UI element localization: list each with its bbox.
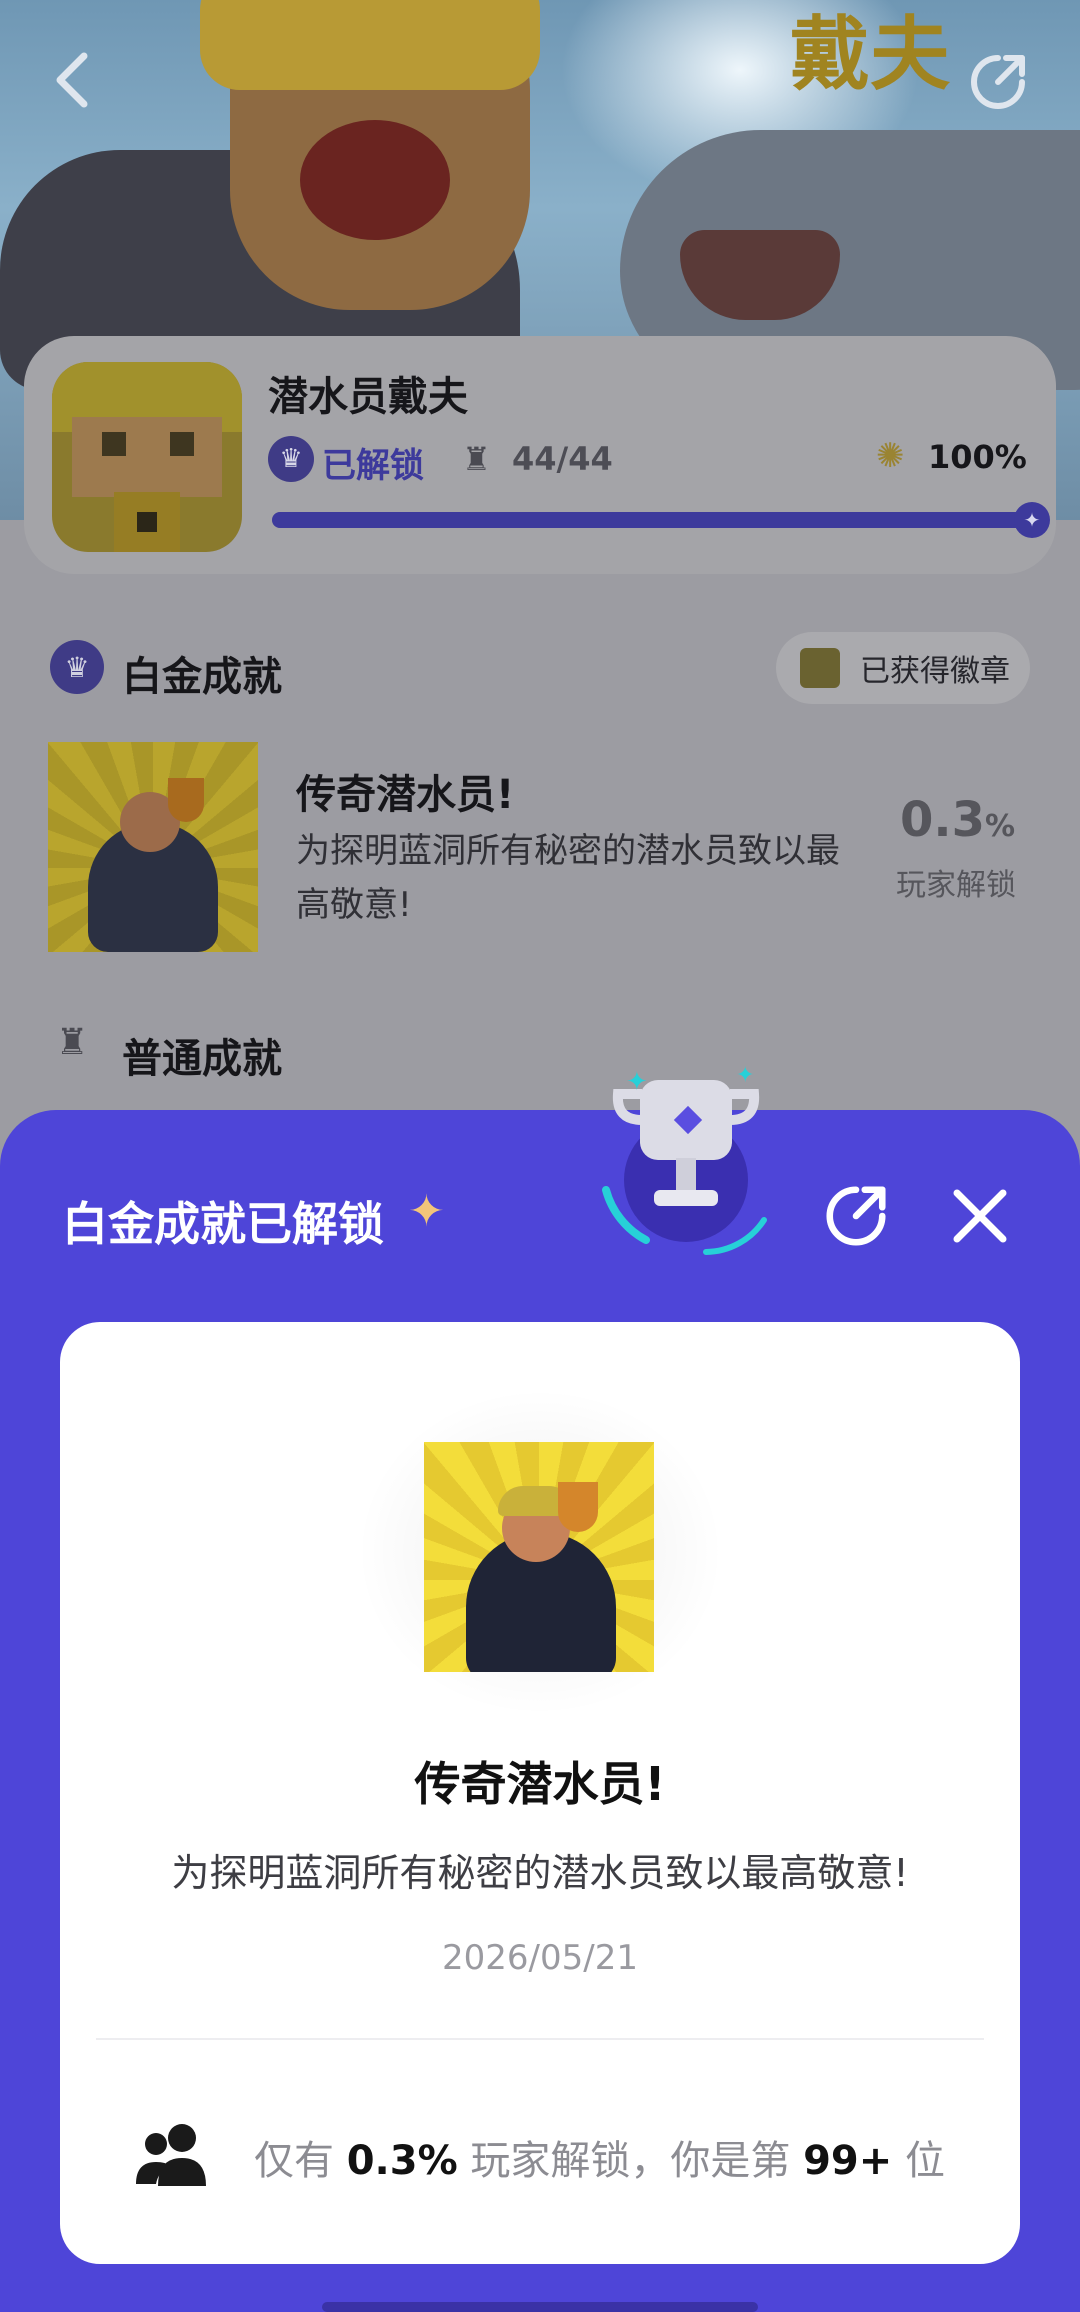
home-indicator [322, 2302, 758, 2312]
progress-bar [272, 512, 1032, 528]
close-icon [953, 1189, 1007, 1243]
unlocked-icon: ♛ [268, 436, 314, 482]
detail-achievement-description: 为探明蓝洞所有秘密的潜水员致以最高敬意! [171, 1851, 909, 1895]
trophy-count: 44/44 [512, 440, 613, 478]
progress-knob-star-icon: ✦ [1014, 502, 1050, 538]
achievement-description: 为探明蓝洞所有秘密的潜水员致以最高敬意! [296, 831, 840, 925]
trophy-icon: ✦ ✦ [602, 1063, 767, 1255]
share-icon [971, 55, 1025, 109]
achievement-rate-label: 玩家解锁 [896, 868, 1016, 903]
completion-percent: 100% [928, 438, 1027, 476]
normal-trophy-icon: ♜ [56, 1022, 89, 1063]
divider [96, 2038, 984, 2040]
back-button[interactable] [32, 40, 112, 120]
achievement-rate: 0.3% [900, 792, 1016, 848]
unlock-popup-sheet: 白金成就已解锁 ✦ ✦ ✦ 传奇潜水员! 为探明蓝洞所有秘密的潜水员致以最高敬意… [0, 1063, 1080, 2312]
game-summary-card: 潜水员戴夫 ♛ 已解锁 ♜ 44/44 ✺ 100% ✦ [24, 336, 1056, 574]
popup-close-button[interactable] [940, 1176, 1020, 1256]
svg-text:✦: ✦ [736, 1063, 754, 1088]
popup-share-button[interactable] [816, 1176, 896, 1256]
share-button-top[interactable] [958, 42, 1038, 122]
svg-text:✦: ✦ [626, 1067, 648, 1097]
trophy-icon: ♜ [462, 440, 491, 478]
detail-achievement-name: 传奇潜水员! [414, 1757, 666, 1811]
unlock-rank-stat: 仅有 0.3% 玩家解锁，你是第 99+ 位 [254, 2138, 945, 2184]
normal-section-title: 普通成就 [122, 1036, 282, 1082]
unlocked-label: 已解锁 [322, 446, 424, 486]
sparkle-icon: ✦ [408, 1186, 445, 1237]
earned-badge-button[interactable]: 已获得徽章 [776, 632, 1030, 704]
achievement-detail-thumbnail [424, 1442, 654, 1672]
popup-title: 白金成就已解锁 [62, 1197, 384, 1251]
users-icon [136, 2124, 206, 2186]
platinum-section-title: 白金成就 [122, 654, 282, 700]
platinum-trophy-icon: ♛ [50, 640, 104, 694]
unlock-date: 2026/05/21 [442, 1938, 638, 1978]
hero-diver-helmet [200, 0, 540, 90]
earned-badge-label: 已获得徽章 [860, 654, 1010, 689]
progress-fill [272, 512, 1032, 528]
hero-diver-mouth [300, 120, 450, 240]
chevron-left-icon [56, 52, 88, 108]
game-title: 潜水员戴夫 [268, 374, 468, 420]
medal-icon: ✺ [876, 436, 905, 476]
game-icon [52, 362, 242, 552]
badge-icon [800, 648, 840, 688]
achievement-thumbnail [48, 742, 258, 952]
achievement-detail-card: 传奇潜水员! 为探明蓝洞所有秘密的潜水员致以最高敬意! 2026/05/21 仅… [60, 1322, 1020, 2264]
achievement-name: 传奇潜水员! [296, 772, 515, 818]
hero-title-art: 戴夫 [790, 8, 950, 101]
share-icon [826, 1186, 886, 1246]
